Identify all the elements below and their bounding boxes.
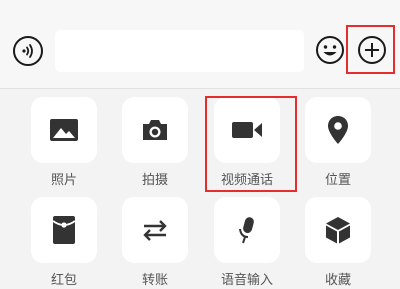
location-label: 位置 [324,173,351,188]
voice-button[interactable] [13,36,43,66]
transfer-label: 转账 [141,273,168,288]
more-button[interactable] [356,34,388,66]
favorites-icon [326,217,350,244]
video-call-button[interactable] [214,97,280,163]
red-packet-label: 红包 [50,273,77,288]
voice-input-button[interactable] [214,197,280,263]
voice-input-label: 语音输入 [220,273,273,288]
microphone-icon [239,217,254,244]
transfer-button[interactable] [122,197,188,263]
red-packet-button[interactable] [31,197,97,263]
message-input[interactable] [55,30,304,72]
camera-button[interactable] [122,97,188,163]
red-packet-icon [52,216,76,244]
photo-label: 照片 [50,173,77,188]
voice-icon [22,44,33,58]
video-call-icon [232,122,262,138]
photo-button[interactable] [31,97,97,163]
emoji-button[interactable] [314,34,346,66]
emoji-icon [316,36,344,64]
plus-circle-icon [358,36,386,64]
camera-label: 拍摄 [141,173,168,188]
transfer-icon [143,220,167,241]
more-panel: 照片 拍摄 视频通话 位置 红包 转账 语音输入 收藏 [0,89,400,289]
camera-icon [143,120,167,140]
favorites-button[interactable] [305,197,371,263]
chat-input-bar [0,0,400,89]
location-button[interactable] [305,97,371,163]
photo-icon [50,119,78,141]
favorites-label: 收藏 [324,273,351,288]
location-icon [328,116,348,144]
video-call-label: 视频通话 [220,173,273,188]
